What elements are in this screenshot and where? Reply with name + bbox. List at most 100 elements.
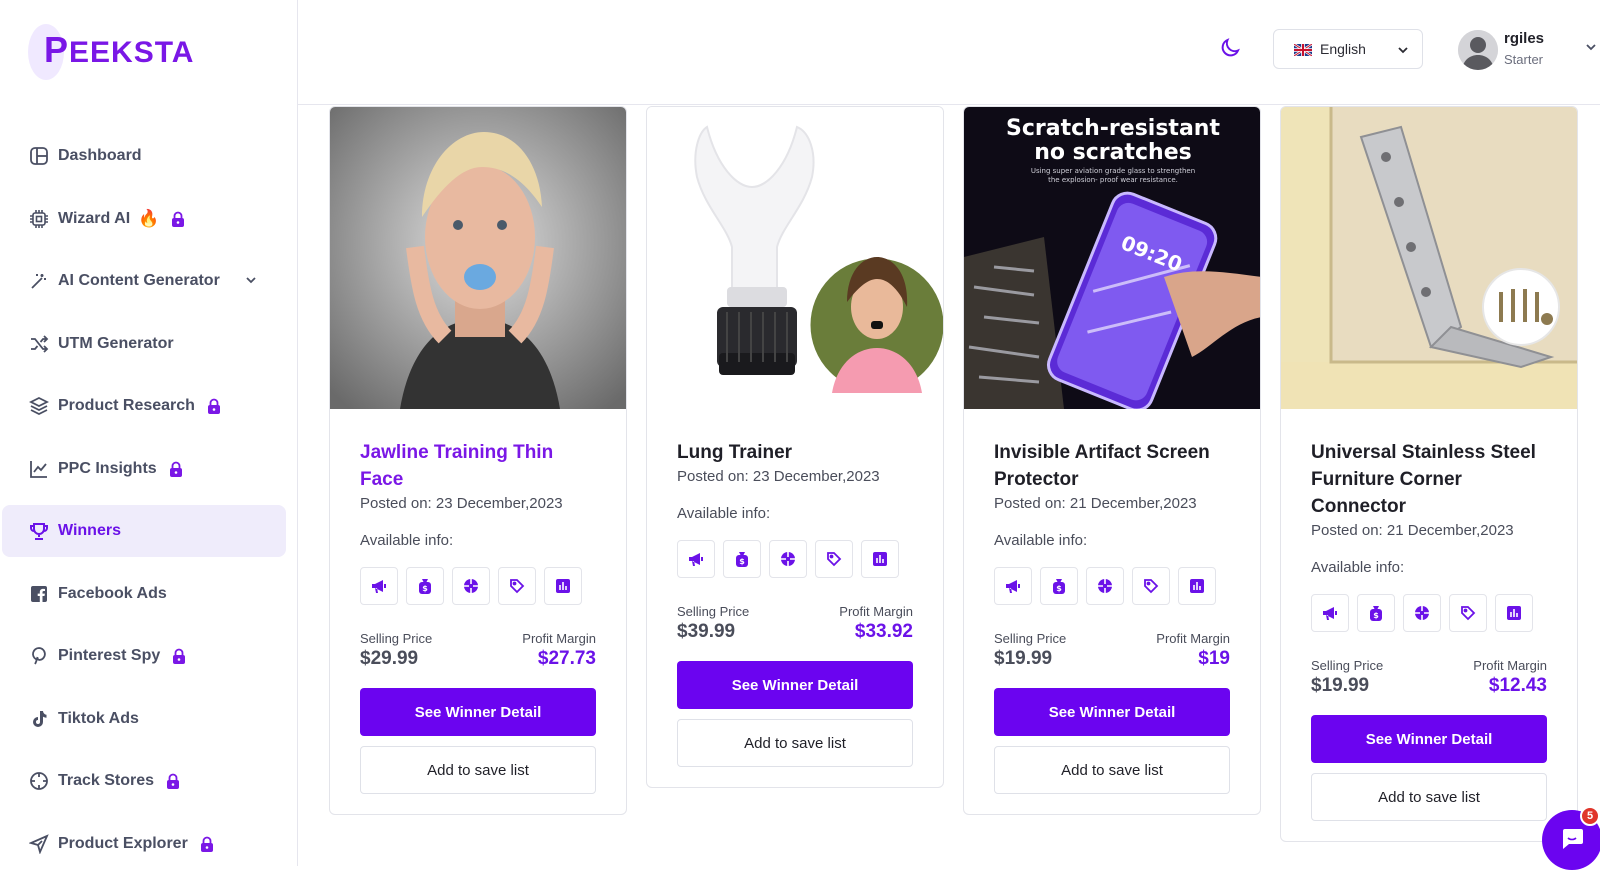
info-icons: $ [1311,594,1547,632]
lock-icon [200,836,214,852]
posted-date: Posted on: 23 December,2023 [677,468,880,485]
megaphone-icon[interactable] [1311,594,1349,632]
shuffle-icon [28,333,50,355]
target-icon[interactable] [1403,594,1441,632]
sidebar-item-wizard-ai[interactable]: Wizard AI 🔥 [2,193,286,245]
product-image[interactable] [330,107,626,409]
sidebar-item-winners[interactable]: Winners [2,505,286,557]
money-bag-icon[interactable]: $ [723,540,761,578]
target-icon[interactable] [769,540,807,578]
lock-icon [207,398,221,414]
megaphone-icon[interactable] [677,540,715,578]
bar-chart-icon[interactable] [861,540,899,578]
price-row: Selling Price $39.99 Profit Margin $33.9… [677,604,913,643]
product-title[interactable]: Lung Trainer [677,439,913,466]
bar-chart-icon[interactable] [544,567,582,605]
line-chart-icon [28,458,50,480]
logo-text: PEEKSTA [44,29,195,70]
product-image[interactable] [1281,107,1577,409]
sidebar-item-ai-content-generator[interactable]: AI Content Generator [2,255,286,307]
sidebar-item-facebook-ads[interactable]: Facebook Ads [2,568,286,620]
avatar [1458,30,1498,70]
product-image[interactable] [647,107,943,409]
tag-icon[interactable] [498,567,536,605]
profit-margin-label: Profit Margin [1156,631,1230,646]
selling-price-value: $29.99 [360,648,419,669]
profit-margin-value: $19 [1198,648,1230,669]
sidebar-item-utm-generator[interactable]: UTM Generator [2,318,286,370]
add-to-save-list-button[interactable]: Add to save list [994,746,1230,794]
see-winner-detail-button[interactable]: See Winner Detail [994,688,1230,736]
winner-card: Scratch-resistant no scratches Using sup… [963,106,1261,815]
profit-margin-value: $27.73 [537,648,596,669]
bar-chart-icon[interactable] [1178,567,1216,605]
tag-icon[interactable] [815,540,853,578]
tag-icon[interactable] [1132,567,1170,605]
pinterest-icon [28,645,50,667]
sidebar-item-label: Tiktok Ads [58,709,139,727]
user-menu[interactable]: rgiles Starter [1458,26,1598,76]
sidebar-item-tiktok-ads[interactable]: Tiktok Ads [2,693,286,745]
uk-flag-icon [1293,43,1313,57]
sidebar-item-track-stores[interactable]: Track Stores [2,755,286,807]
svg-text:$: $ [422,584,428,593]
language-select[interactable]: English [1273,29,1423,69]
sidebar-item-label: AI Content Generator [58,272,220,289]
sidebar: PEEKSTA Dashboard Wizard AI 🔥 AI Content… [0,0,298,866]
dark-mode-toggle-icon[interactable] [1218,36,1242,60]
sidebar-item-product-explorer[interactable]: Product Explorer [2,818,286,870]
sidebar-item-ppc-insights[interactable]: PPC Insights [2,443,286,495]
money-bag-icon[interactable]: $ [1357,594,1395,632]
winner-card: Lung Trainer Posted on: 23 December,2023… [646,106,944,788]
see-winner-detail-button[interactable]: See Winner Detail [677,661,913,709]
sidebar-item-label: Dashboard [58,147,142,164]
target-icon[interactable] [1086,567,1124,605]
fire-icon: 🔥 [138,209,160,228]
available-info-label: Available info: [994,532,1088,549]
svg-text:$: $ [1373,611,1379,620]
peeksta-logo[interactable]: PEEKSTA [28,18,194,82]
sidebar-item-product-research[interactable]: Product Research [2,380,286,432]
sidebar-item-dashboard[interactable]: Dashboard [2,130,286,182]
trophy-icon [28,520,50,542]
user-plan: Starter [1504,52,1544,67]
money-bag-icon[interactable]: $ [406,567,444,605]
winner-card: Universal Stainless Steel Furniture Corn… [1280,106,1578,842]
svg-text:$: $ [739,557,745,566]
profit-margin-value: $12.43 [1488,675,1547,696]
sidebar-item-label: PPC Insights [58,459,157,477]
target-icon[interactable] [452,567,490,605]
info-icons: $ [994,567,1230,605]
chevron-down-icon [1396,43,1410,57]
tag-icon[interactable] [1449,594,1487,632]
megaphone-icon[interactable] [994,567,1032,605]
add-to-save-list-button[interactable]: Add to save list [677,719,913,767]
money-bag-icon[interactable]: $ [1040,567,1078,605]
megaphone-icon[interactable] [360,567,398,605]
product-image[interactable]: Scratch-resistant no scratches Using sup… [964,107,1260,409]
price-row: Selling Price $19.99 Profit Margin $19 [994,631,1230,670]
bar-chart-icon[interactable] [1495,594,1533,632]
see-winner-detail-button[interactable]: See Winner Detail [360,688,596,736]
sidebar-item-pinterest-spy[interactable]: Pinterest Spy [2,630,286,682]
product-title[interactable]: Universal Stainless Steel Furniture Corn… [1311,439,1547,520]
chevron-down-icon[interactable] [244,273,258,287]
available-info-label: Available info: [360,532,454,549]
sidebar-item-label: Product Explorer [58,834,188,852]
price-row: Selling Price $29.99 Profit Margin $27.7… [360,631,596,670]
add-to-save-list-button[interactable]: Add to save list [1311,773,1547,821]
lock-icon [166,773,180,789]
lock-icon [169,461,183,477]
sidebar-item-label: Product Research [58,397,195,414]
selling-price-label: Selling Price [1311,658,1384,673]
product-title[interactable]: Jawline Training Thin Face [360,439,596,493]
add-to-save-list-button[interactable]: Add to save list [360,746,596,794]
chat-notification-badge: 5 [1580,806,1600,826]
image-headline-2: no scratches [1034,140,1192,165]
see-winner-detail-button[interactable]: See Winner Detail [1311,715,1547,763]
image-headline-1: Scratch-resistant [1006,116,1220,141]
facebook-icon [28,583,50,605]
selling-price-value: $19.99 [994,648,1053,669]
product-title[interactable]: Invisible Artifact Screen Protector [994,439,1230,493]
sidebar-item-label: UTM Generator [58,334,174,352]
